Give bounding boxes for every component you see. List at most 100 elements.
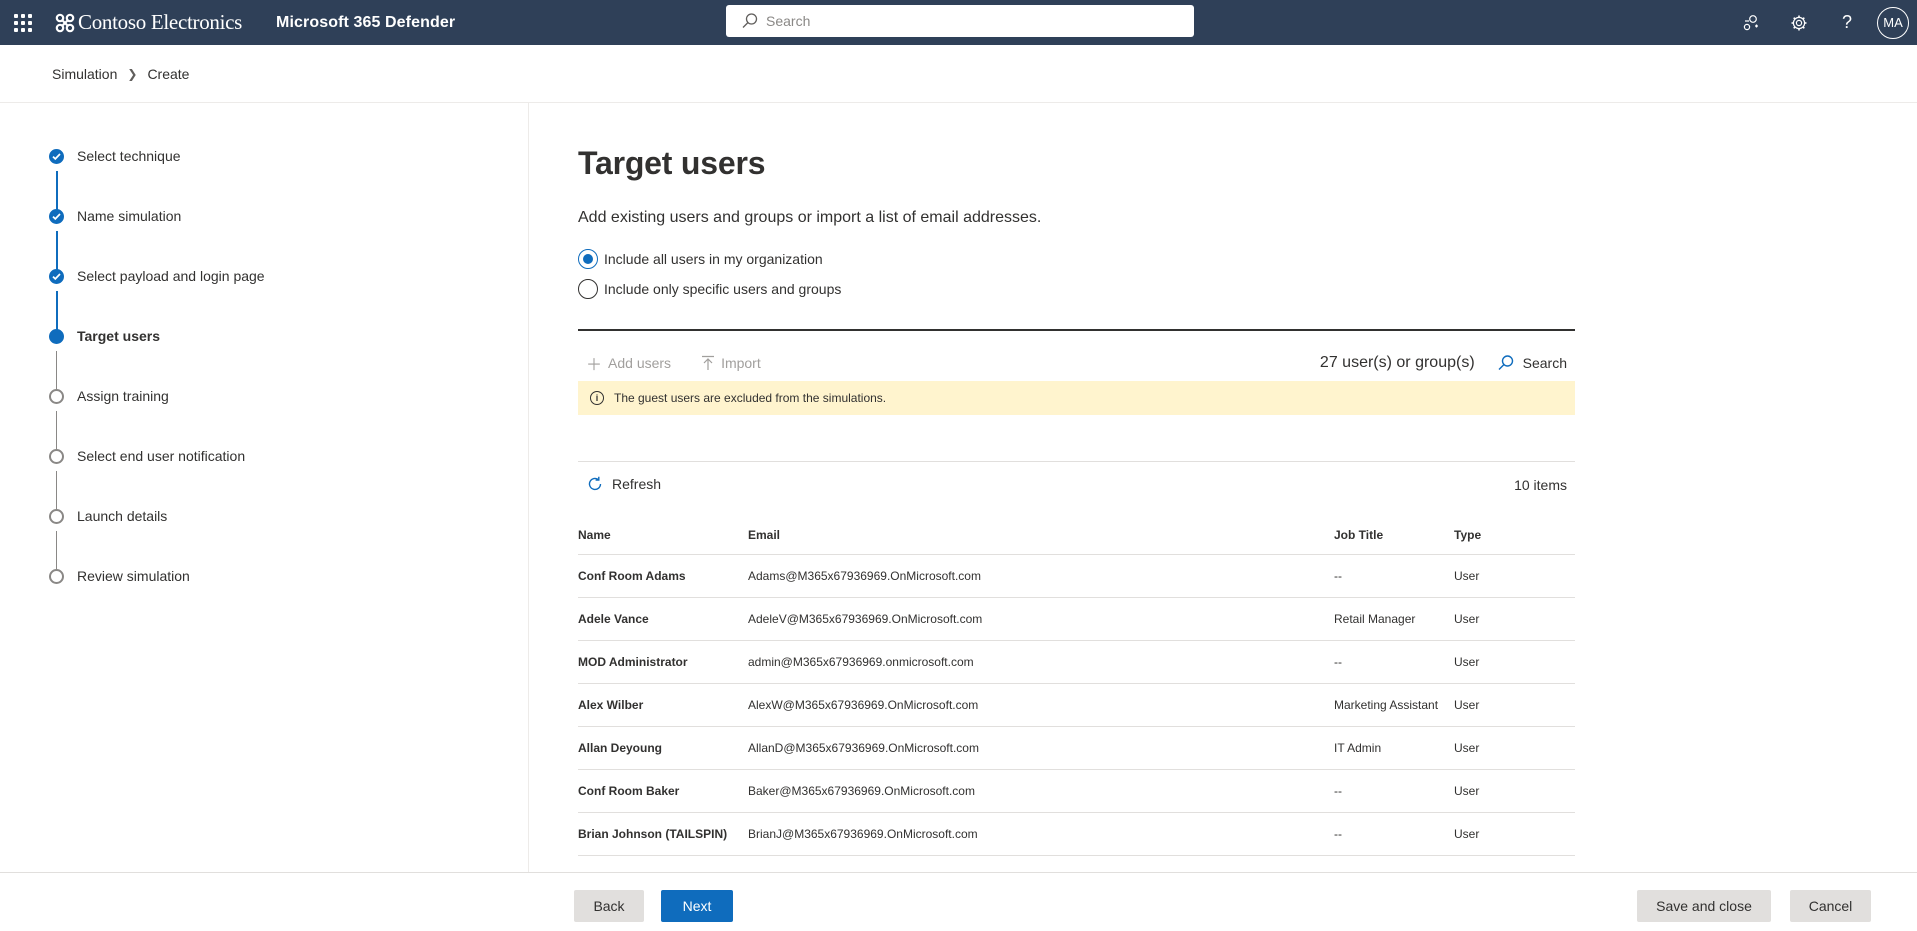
cell-type: User — [1454, 741, 1480, 755]
gear-icon — [1791, 15, 1807, 30]
refresh-icon — [588, 476, 602, 491]
back-button[interactable]: Back — [574, 890, 644, 922]
cell-job: Marketing Assistant — [1334, 698, 1439, 712]
cell-type: User — [1454, 827, 1480, 841]
radio-button-checked[interactable] — [578, 249, 598, 269]
add-users-button[interactable]: ＋ Add users — [578, 351, 671, 375]
cell-name: Alex Wilber — [578, 698, 644, 712]
waffle-icon — [14, 13, 32, 32]
step-label: Select technique — [77, 148, 181, 164]
breadcrumb-create: Create — [147, 65, 190, 82]
radio-label: Include all users in my organization — [604, 251, 823, 267]
breadcrumb: Simulation ❯ Create — [0, 45, 1917, 103]
cancel-button[interactable]: Cancel — [1790, 890, 1871, 922]
radio-include-all[interactable]: Include all users in my organization — [578, 249, 823, 269]
pending-step-icon — [49, 508, 64, 524]
breadcrumb-simulation[interactable]: Simulation — [52, 66, 117, 82]
step-launch-details: Launch details — [49, 506, 167, 526]
check-icon — [49, 148, 64, 164]
next-button[interactable]: Next — [661, 890, 733, 922]
items-count: 10 items — [1514, 477, 1567, 493]
cell-type: User — [1454, 569, 1480, 583]
column-header-name[interactable]: Name — [578, 528, 748, 542]
step-label: Select end user notification — [77, 448, 246, 464]
radio-include-specific[interactable]: Include only specific users and groups — [578, 279, 841, 299]
cell-email: BrianJ@M365x67936969.OnMicrosoft.com — [748, 827, 978, 841]
app-launcher-button[interactable] — [0, 0, 46, 45]
cell-email: admin@M365x67936969.onmicrosoft.com — [748, 655, 974, 669]
info-banner: i The guest users are excluded from the … — [578, 381, 1575, 415]
settings-button[interactable] — [1775, 0, 1823, 45]
refresh-button[interactable]: Refresh — [586, 475, 661, 493]
share-icon — [1743, 14, 1758, 30]
wizard-footer: Back Next Save and close Cancel — [0, 872, 1917, 931]
cell-job: -- — [1334, 784, 1342, 798]
cell-type: User — [1454, 655, 1480, 669]
step-label: Review simulation — [77, 568, 190, 584]
divider — [578, 461, 1575, 462]
step-name-simulation[interactable]: Name simulation — [49, 206, 181, 226]
wizard-steps: Select technique Name simulation Select … — [0, 103, 529, 872]
brand[interactable]: Contoso Electronics — [54, 0, 242, 45]
step-end-user-notification: Select end user notification — [49, 446, 245, 466]
pending-step-icon — [49, 448, 64, 464]
step-select-technique[interactable]: Select technique — [49, 146, 181, 166]
table-row[interactable]: Allan Deyoung AllanD@M365x67936969.OnMic… — [578, 727, 1575, 770]
current-step-icon — [49, 328, 64, 344]
top-bar: Contoso Electronics Microsoft 365 Defend… — [0, 0, 1917, 45]
step-target-users[interactable]: Target users — [49, 326, 160, 346]
user-count: 27 user(s) or group(s) — [1319, 354, 1475, 371]
brand-name: Contoso Electronics — [78, 10, 243, 34]
import-button[interactable]: Import — [693, 355, 761, 371]
table-row[interactable]: Brian Johnson (TAILSPIN) BrianJ@M365x679… — [578, 813, 1575, 856]
info-icon: i — [590, 391, 604, 405]
avatar[interactable]: MA — [1877, 6, 1909, 39]
cell-job: -- — [1334, 569, 1342, 583]
cell-email: AllanD@M365x67936969.OnMicrosoft.com — [748, 741, 979, 755]
step-label: Select payload and login page — [77, 268, 265, 284]
cell-name: Adele Vance — [578, 612, 649, 626]
cell-name: Conf Room Baker — [578, 784, 680, 798]
upload-icon — [702, 355, 715, 370]
global-search[interactable] — [726, 5, 1194, 37]
step-assign-training: Assign training — [49, 386, 169, 406]
column-header-type[interactable]: Type — [1454, 528, 1575, 542]
step-label: Target users — [77, 328, 160, 344]
cell-job: -- — [1334, 827, 1342, 841]
top-icons: ? MA — [1727, 0, 1917, 45]
plus-icon: ＋ — [586, 357, 603, 374]
save-and-close-button[interactable]: Save and close — [1637, 890, 1771, 922]
table-row[interactable]: Adele Vance AdeleV@M365x67936969.OnMicro… — [578, 598, 1575, 641]
table-row[interactable]: Alex Wilber AlexW@M365x67936969.OnMicros… — [578, 684, 1575, 727]
step-review-simulation: Review simulation — [49, 566, 190, 586]
step-label: Launch details — [77, 508, 168, 524]
step-label: Name simulation — [77, 208, 182, 224]
page-title: Target users — [578, 145, 766, 181]
table-row[interactable]: MOD Administrator admin@M365x67936969.on… — [578, 641, 1575, 684]
share-button[interactable] — [1727, 0, 1775, 45]
table-row[interactable]: Conf Room Baker Baker@M365x67936969.OnMi… — [578, 770, 1575, 813]
cell-name: Allan Deyoung — [578, 741, 663, 755]
table-row[interactable]: Conf Room Adams Adams@M365x67936969.OnMi… — [578, 555, 1575, 598]
search-icon — [1498, 355, 1513, 370]
command-bar: ＋ Add users Import 27 user(s) or group(s… — [578, 343, 1575, 383]
cell-email: Adams@M365x67936969.OnMicrosoft.com — [748, 569, 981, 583]
search-users-button[interactable]: Search — [1497, 354, 1567, 372]
cell-job: Retail Manager — [1334, 612, 1416, 626]
check-icon — [49, 208, 64, 224]
search-input[interactable] — [766, 13, 1166, 29]
cell-job: IT Admin — [1334, 741, 1382, 755]
chevron-right-icon: ❯ — [127, 66, 138, 81]
banner-text: The guest users are excluded from the si… — [614, 391, 887, 405]
cell-name: Conf Room Adams — [578, 569, 686, 583]
radio-button[interactable] — [578, 279, 598, 299]
cell-email: AlexW@M365x67936969.OnMicrosoft.com — [748, 698, 979, 712]
column-header-job-title[interactable]: Job Title — [1334, 528, 1454, 542]
help-button[interactable]: ? — [1823, 0, 1871, 45]
column-header-email[interactable]: Email — [748, 528, 1334, 542]
cell-email: Baker@M365x67936969.OnMicrosoft.com — [748, 784, 975, 798]
product-name[interactable]: Microsoft 365 Defender — [276, 14, 455, 32]
step-select-payload[interactable]: Select payload and login page — [49, 266, 265, 286]
table-header: Name Email Job Title Type — [578, 515, 1575, 555]
page-subtitle: Add existing users and groups or import … — [578, 209, 1042, 226]
